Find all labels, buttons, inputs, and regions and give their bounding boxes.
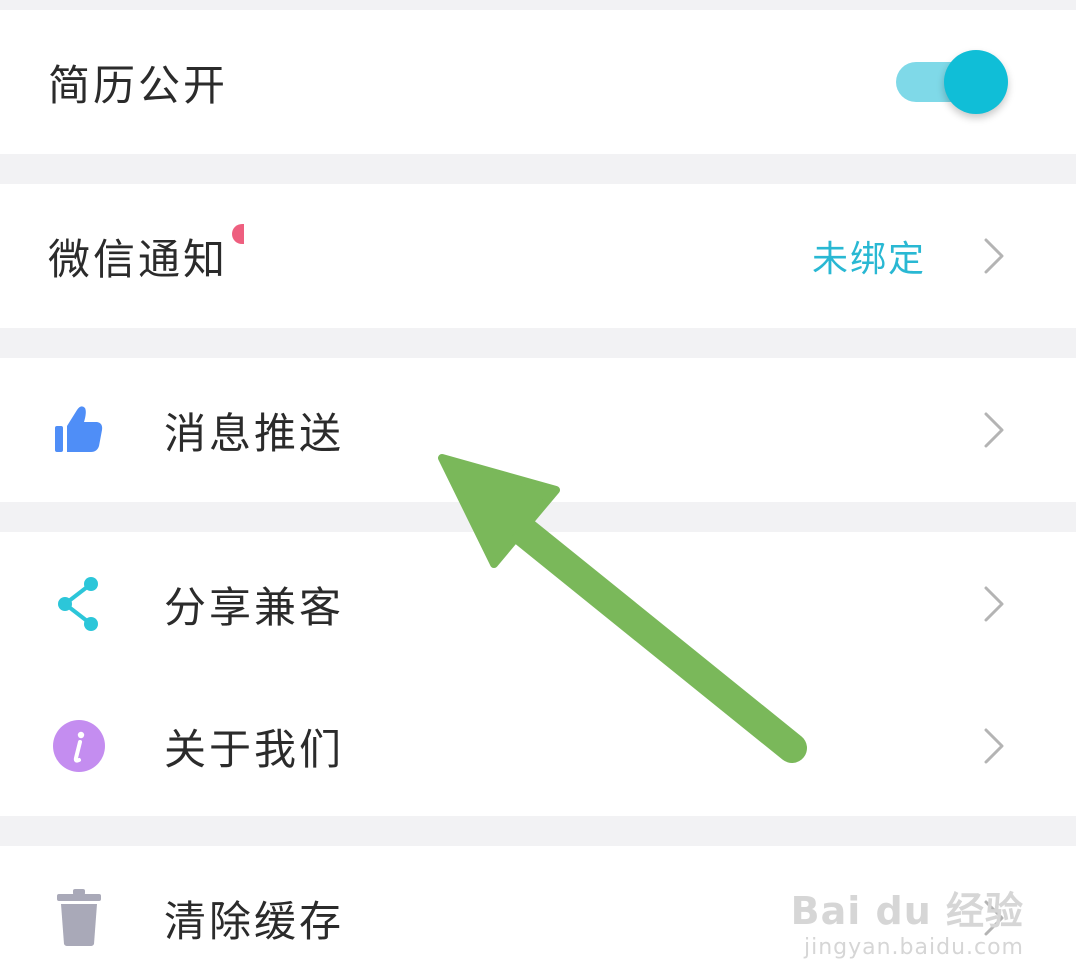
section-gap (0, 816, 1076, 846)
wechat-status-text: 未绑定 (811, 239, 926, 280)
share-icon (48, 573, 110, 635)
new-badge-dot (232, 224, 244, 244)
section-share-about: 分享兼客 关于我们 (0, 532, 1076, 816)
wechat-notify-label: 微信通知 (48, 234, 229, 284)
thumbs-up-icon (48, 399, 110, 461)
section-gap (0, 502, 1076, 532)
resume-public-toggle[interactable] (896, 50, 1008, 114)
section-gap (0, 154, 1076, 184)
section-resume: 简历公开 (0, 10, 1076, 154)
row-resume-public[interactable]: 简历公开 (0, 10, 1076, 154)
watermark-url: jingyan.baidu.com (803, 935, 1024, 960)
clear-cache-label: 清除缓存 (164, 896, 345, 946)
toggle-knob (944, 50, 1008, 114)
section-push: 消息推送 (0, 358, 1076, 502)
settings-screen: 简历公开 微信通知 未绑定 消息推送 分享兼客 关于我们 清除缓存 Bai du… (0, 0, 1076, 980)
about-label: 关于我们 (164, 724, 345, 774)
trash-icon (48, 887, 110, 949)
chevron-right-icon (984, 238, 1004, 274)
row-about[interactable]: 关于我们 (0, 676, 1076, 816)
info-icon (48, 715, 110, 777)
chevron-right-icon (984, 728, 1004, 764)
section-wechat: 微信通知 未绑定 (0, 184, 1076, 328)
resume-public-label: 简历公开 (48, 60, 229, 110)
section-gap (0, 328, 1076, 358)
share-label: 分享兼客 (164, 582, 345, 632)
row-share[interactable]: 分享兼客 (0, 532, 1076, 676)
row-message-push[interactable]: 消息推送 (0, 358, 1076, 502)
message-push-label: 消息推送 (164, 408, 345, 458)
watermark-brand: Bai du 经验 (790, 889, 1024, 933)
section-gap (0, 0, 1076, 10)
chevron-right-icon (984, 412, 1004, 448)
chevron-right-icon (984, 586, 1004, 622)
row-wechat-notify[interactable]: 微信通知 未绑定 (0, 184, 1076, 328)
baidu-watermark: Bai du 经验 jingyan.baidu.com (791, 880, 1024, 960)
